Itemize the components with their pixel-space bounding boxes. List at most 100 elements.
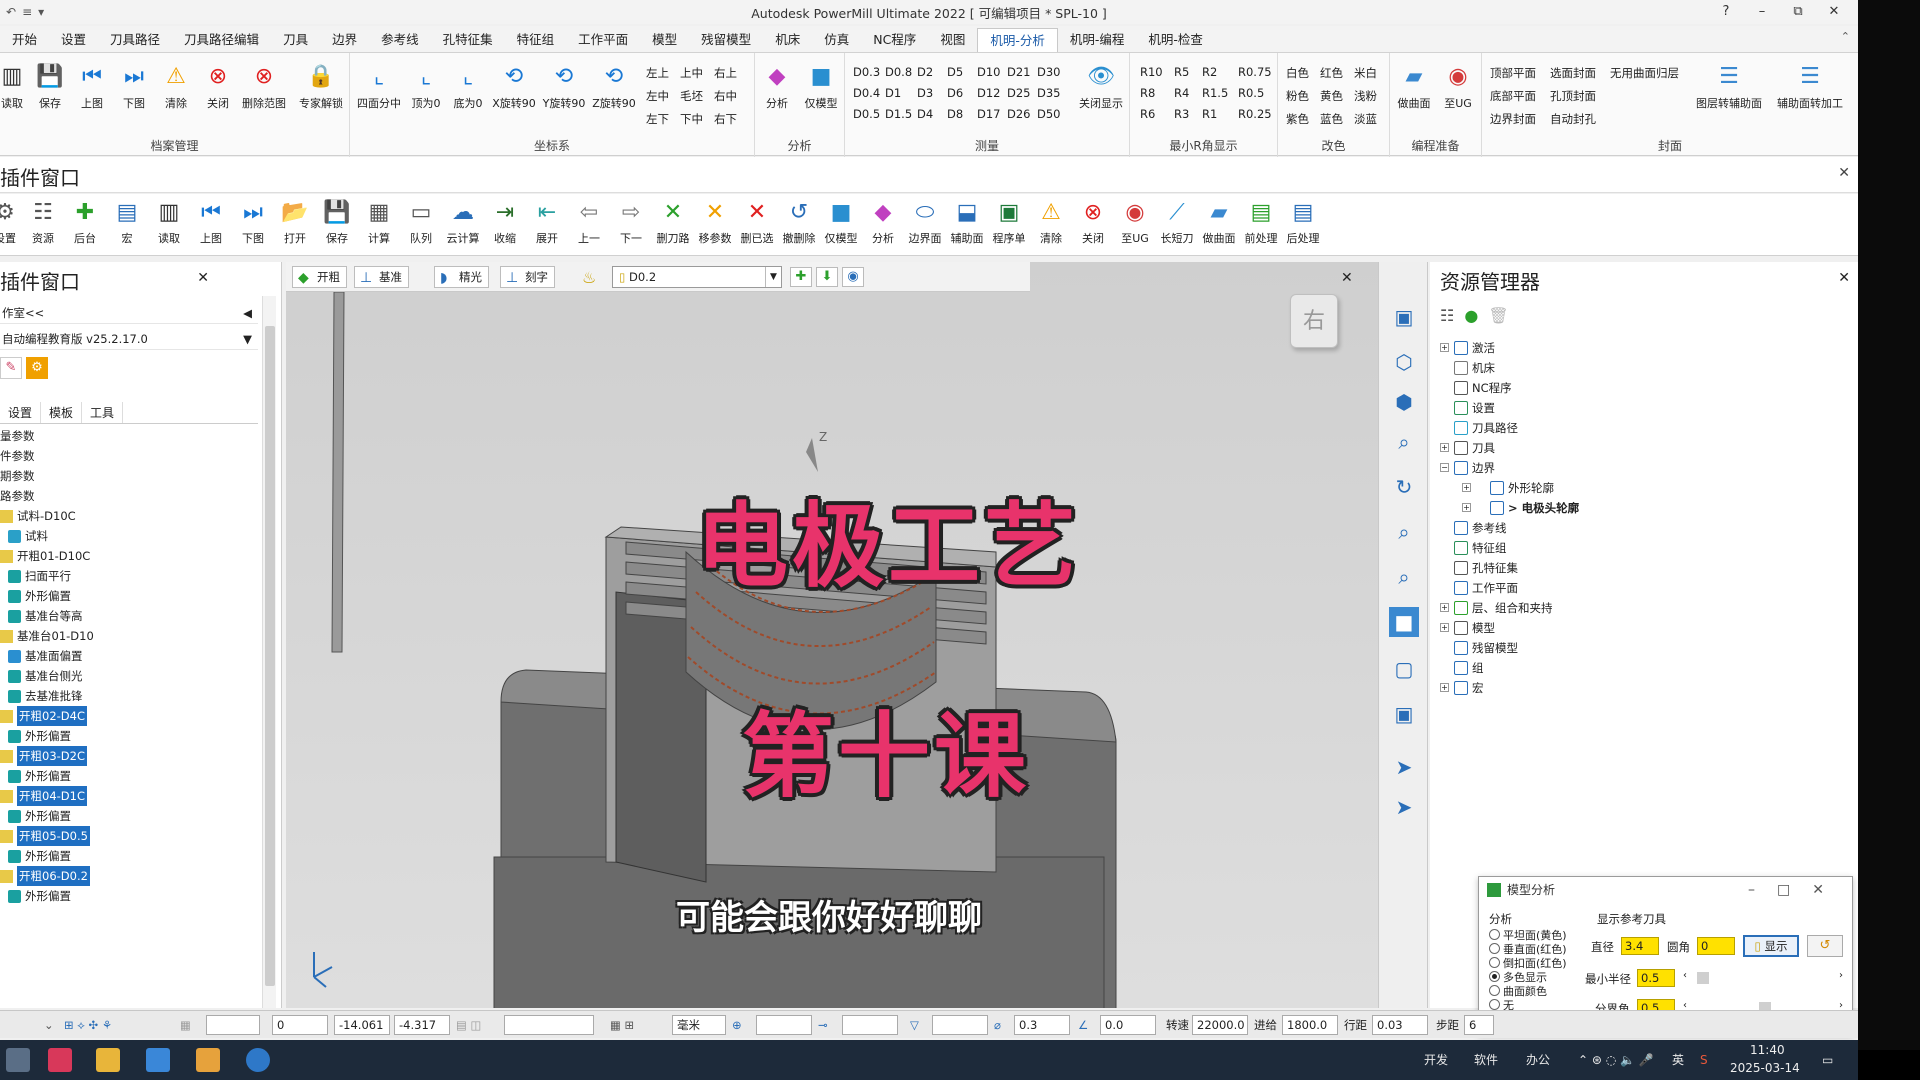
- seal-top-plane[interactable]: 顶部平面: [1490, 65, 1550, 81]
- explorer-item[interactable]: + > 电极头轮廓: [1430, 498, 1858, 518]
- tb-long-short-tool[interactable]: ⟋ 长短刀: [1158, 200, 1196, 246]
- toolpath-tree-item[interactable]: 开粗02-D4C: [0, 706, 258, 726]
- tb-cloud[interactable]: ☁ 云计算: [444, 200, 482, 246]
- stepover-field[interactable]: 0.03: [1372, 1015, 1428, 1035]
- tb-macro[interactable]: ▤ 宏: [108, 200, 146, 246]
- side-scrollbar[interactable]: [262, 296, 276, 1008]
- quick-access-toolbar[interactable]: ↶ ≡ ▾: [0, 5, 44, 19]
- tab-jiming-analysis[interactable]: 机明-分析: [977, 28, 1058, 52]
- radio-icon[interactable]: [1489, 929, 1500, 940]
- globe-icon[interactable]: ●: [1464, 306, 1478, 325]
- z-rotate-button[interactable]: ⟲ Z旋转90: [590, 61, 638, 111]
- show-button[interactable]: ▯ 显示: [1743, 935, 1799, 957]
- measure-d04[interactable]: D0.4: [853, 86, 885, 100]
- measure-d05[interactable]: D0.5: [853, 107, 885, 121]
- color-red[interactable]: 红色: [1320, 65, 1354, 81]
- menu-icon[interactable]: ≡: [22, 5, 32, 19]
- explorer-item[interactable]: 组: [1430, 658, 1858, 678]
- stepdown-field[interactable]: 6: [1464, 1015, 1494, 1035]
- r8[interactable]: R8: [1140, 86, 1174, 100]
- r10[interactable]: R10: [1140, 65, 1174, 79]
- color-beige[interactable]: 米白: [1354, 65, 1388, 81]
- make-surface-button[interactable]: ▰ 做曲面: [1394, 61, 1434, 111]
- tb-delete-path[interactable]: ✕ 删刀路: [654, 200, 692, 246]
- refresh-icon[interactable]: ↻: [1389, 472, 1419, 502]
- delete-template-button[interactable]: ⊗ 删除范图: [240, 61, 288, 111]
- prev-button[interactable]: ⏮ 上图: [72, 61, 112, 111]
- version-row[interactable]: 自动编程教育版 v25.2.17.0 ▼: [0, 328, 258, 350]
- toolpath-tree-item[interactable]: 试料: [0, 526, 258, 546]
- view-iso-icon[interactable]: ⬡: [1389, 347, 1419, 377]
- tab-start[interactable]: 开始: [0, 28, 49, 52]
- start-icon[interactable]: [6, 1048, 30, 1072]
- tb-expand[interactable]: ⇤ 展开: [528, 200, 566, 246]
- view-fit-icon[interactable]: ◉: [842, 267, 864, 287]
- expand-icon[interactable]: +: [1440, 603, 1449, 612]
- toolpath-tree-item[interactable]: 试料-D10C: [0, 506, 258, 526]
- tb-clear[interactable]: ⚠ 清除: [1032, 200, 1070, 246]
- measure-d50[interactable]: D50: [1037, 107, 1067, 121]
- collapse-ribbon-icon[interactable]: ⌃: [1841, 30, 1850, 43]
- spindle-speed-field[interactable]: 22000.0: [1192, 1015, 1248, 1035]
- r5[interactable]: R5: [1174, 65, 1202, 79]
- tb-model-only[interactable]: ■ 仅模型: [822, 200, 860, 246]
- pos-bottom-left[interactable]: 左下: [646, 111, 680, 127]
- tb-collapse[interactable]: ⇥ 收缩: [486, 200, 524, 246]
- color-light-pink[interactable]: 浅粉: [1354, 88, 1388, 104]
- clear-button[interactable]: ⚠ 清除: [156, 61, 196, 111]
- engrave-button[interactable]: ⊥ 刻字: [500, 266, 555, 288]
- r2[interactable]: R2: [1202, 65, 1238, 79]
- tab-boundary[interactable]: 边界: [320, 28, 369, 52]
- tab-simulation[interactable]: 仿真: [812, 28, 861, 52]
- tab-stockmodel[interactable]: 残留模型: [689, 28, 763, 52]
- measure-d3[interactable]: D3: [917, 86, 947, 100]
- tray-dev[interactable]: 开发: [1424, 1040, 1448, 1080]
- tb-background[interactable]: ✚ 后台: [66, 200, 104, 246]
- color-pink[interactable]: 粉色: [1286, 88, 1320, 104]
- datum-button[interactable]: ⊥ 基准: [354, 266, 409, 288]
- workplane-field[interactable]: [504, 1015, 594, 1035]
- x-rotate-button[interactable]: ⟲ X旋转90: [490, 61, 538, 111]
- pos-top-center[interactable]: 上中: [680, 65, 714, 81]
- slider-thumb[interactable]: [1697, 972, 1709, 984]
- diameter-input[interactable]: 3.4: [1621, 937, 1659, 955]
- seal-hole-top[interactable]: 孔顶封面: [1550, 88, 1610, 104]
- chevron-right-icon[interactable]: ›: [1839, 970, 1843, 981]
- color-yellow[interactable]: 黄色: [1320, 88, 1354, 104]
- tb-close[interactable]: ⊗ 关闭: [1074, 200, 1112, 246]
- dialog-window-controls[interactable]: –□✕: [1748, 877, 1846, 903]
- explorer-item[interactable]: NC程序: [1430, 378, 1858, 398]
- tab-nc-program[interactable]: NC程序: [861, 28, 928, 52]
- pos-top-right[interactable]: 右上: [714, 65, 748, 81]
- measure-d2[interactable]: D2: [917, 65, 947, 79]
- tb-to-ug[interactable]: ◉ 至UG: [1116, 200, 1154, 246]
- feed-field[interactable]: 1800.0: [1282, 1015, 1338, 1035]
- expand-icon[interactable]: +: [1462, 503, 1471, 512]
- tb-settings[interactable]: ⚙设置: [0, 200, 24, 246]
- four-side-center-button[interactable]: ⌞ 四面分中: [356, 61, 402, 111]
- tray-software[interactable]: 软件: [1474, 1040, 1498, 1080]
- tb-prev[interactable]: ⏮ 上图: [192, 200, 230, 246]
- measure-d30[interactable]: D30: [1037, 65, 1067, 79]
- explorer-item[interactable]: 参考线: [1430, 518, 1858, 538]
- pos-mid-right[interactable]: 右中: [714, 88, 748, 104]
- tb-preprocess[interactable]: ▤ 前处理: [1242, 200, 1280, 246]
- grid-icon[interactable]: ▦: [180, 1016, 191, 1034]
- seal-unused-layer[interactable]: 无用曲面归层: [1610, 65, 1700, 81]
- tab-settings[interactable]: 设置: [0, 402, 42, 423]
- expand-icon[interactable]: +: [1440, 343, 1449, 352]
- toolpath-tree-item[interactable]: 量参数: [0, 426, 258, 446]
- toolpath-tree-item[interactable]: 路参数: [0, 486, 258, 506]
- tb-open[interactable]: 📂 打开: [276, 200, 314, 246]
- chevron-down-icon[interactable]: ⌄: [44, 1016, 54, 1034]
- tab-jiming-check[interactable]: 机明-检查: [1136, 28, 1215, 52]
- diameter-icon[interactable]: ⌀: [994, 1016, 1001, 1034]
- view-top-icon[interactable]: ▣: [1389, 302, 1419, 332]
- shaded-view-icon[interactable]: ■: [1389, 607, 1419, 637]
- tool-length-field[interactable]: [932, 1015, 988, 1035]
- measure-d15[interactable]: D1.5: [885, 107, 917, 121]
- explorer-item[interactable]: + 激活: [1430, 338, 1858, 358]
- explorer-item[interactable]: + 外形轮廓: [1430, 478, 1858, 498]
- coord-z-field[interactable]: -4.317: [394, 1015, 450, 1035]
- toolpath-tree-item[interactable]: 开粗01-D10C: [0, 546, 258, 566]
